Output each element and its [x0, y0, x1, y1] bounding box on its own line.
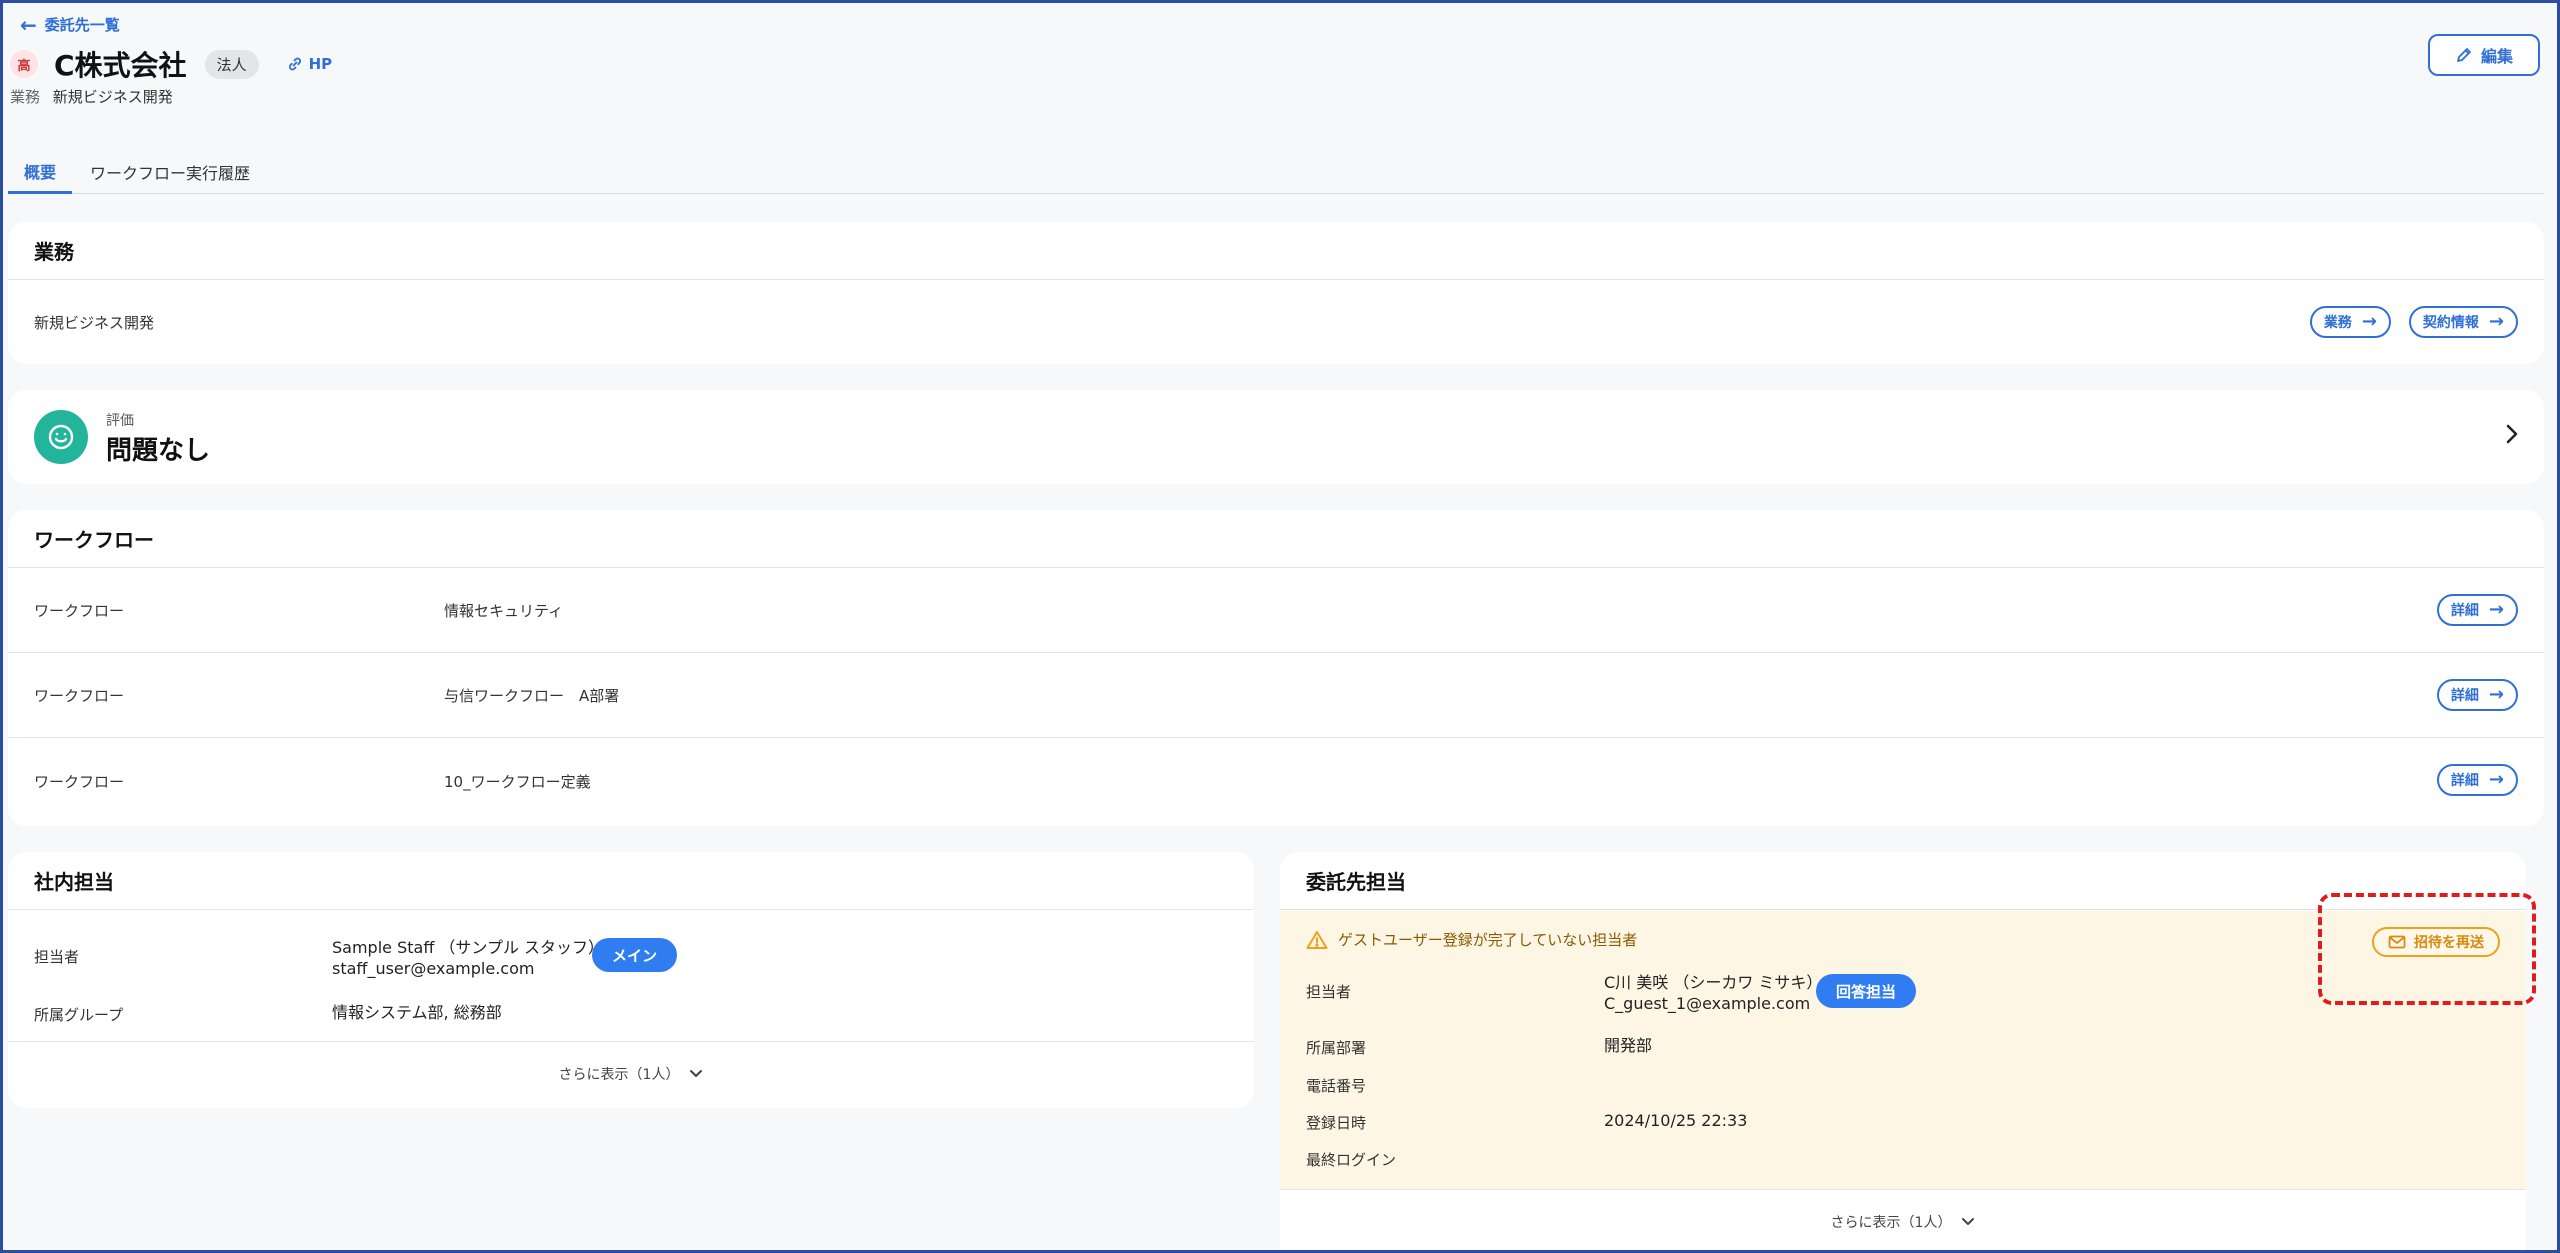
- workflow-row-label: ワークフロー: [34, 601, 125, 620]
- title-row: 高 C株式会社 法人 HP: [10, 44, 332, 84]
- internal-show-more[interactable]: さらに表示（1人）: [8, 1042, 1254, 1106]
- contract-info-label: 契約情報: [2422, 315, 2479, 331]
- warning-icon: [1306, 930, 1328, 949]
- workflow-detail-button[interactable]: 詳細 →: [2436, 679, 2518, 711]
- business-card: 業務 新規ビジネス開発 業務 → 契約情報 →: [8, 222, 2544, 364]
- back-link-label: 委託先一覧: [44, 16, 120, 34]
- answer-owner-badge: 回答担当: [1816, 974, 1917, 1008]
- workflow-detail-button[interactable]: 詳細 →: [2436, 764, 2518, 796]
- pencil-icon: [2457, 48, 2471, 62]
- chevron-down-icon: [690, 1070, 703, 1077]
- evaluation-card[interactable]: 評価 問題なし: [8, 390, 2544, 484]
- vendor-dept-value: 開発部: [1604, 1036, 1653, 1055]
- vendor-registered-label: 登録日時: [1306, 1114, 1367, 1132]
- tab-bar: 概要 ワークフロー実行履歴: [8, 150, 2544, 194]
- page-title: C株式会社: [54, 49, 187, 82]
- chevron-down-icon: [1962, 1217, 1975, 1225]
- internal-group-label: 所属グループ: [34, 1006, 124, 1024]
- business-subtitle: 業務 新規ビジネス開発: [10, 86, 173, 107]
- evaluation-value: 問題なし: [106, 436, 211, 466]
- internal-staff-title: 社内担当: [8, 852, 1254, 910]
- workflow-card: ワークフロー ワークフロー 情報セキュリティ 詳細 → ワークフロー 与信ワーク…: [8, 510, 2544, 826]
- arrow-right-icon: →: [2488, 769, 2504, 790]
- workflow-row-label: ワークフロー: [34, 772, 125, 791]
- arrow-right-icon: →: [2488, 684, 2504, 705]
- workflow-row-name: 与信ワークフロー A部署: [444, 686, 620, 705]
- pending-guest-warning: ゲストユーザー登録が完了していない担当者: [1306, 929, 1637, 950]
- workflow-row-name: 情報セキュリティ: [444, 601, 564, 620]
- evaluation-label: 評価: [106, 413, 134, 429]
- edit-button[interactable]: 編集: [2428, 34, 2540, 76]
- vendor-show-more[interactable]: さらに表示（1人）: [1280, 1189, 2526, 1253]
- back-link[interactable]: ← 委託先一覧: [20, 14, 120, 35]
- business-link-button[interactable]: 業務 →: [2309, 306, 2391, 338]
- internal-show-more-label: さらに表示（1人）: [558, 1067, 680, 1083]
- vendor-phone-label: 電話番号: [1306, 1077, 1367, 1095]
- internal-person-label: 担当者: [34, 948, 80, 966]
- hp-link-label: HP: [308, 55, 333, 73]
- highlight-annotation: [2318, 893, 2536, 1005]
- internal-staff-card: 社内担当 担当者 Sample Staff （サンプル スタッフ） staff_…: [8, 852, 1254, 1108]
- vendor-person-name: C川 美咲 （シーカワ ミサキ）: [1604, 973, 1823, 992]
- smiley-icon: [34, 410, 88, 464]
- vendor-dept-label: 所属部署: [1306, 1039, 1367, 1057]
- tab-workflow-history[interactable]: ワークフロー実行履歴: [72, 150, 268, 194]
- internal-staff-details: 担当者 Sample Staff （サンプル スタッフ） staff_user@…: [8, 910, 1254, 1042]
- internal-group-value: 情報システム部, 総務部: [332, 1003, 502, 1022]
- vendor-person: C川 美咲 （シーカワ ミサキ） C_guest_1@example.com: [1604, 973, 1822, 1015]
- chevron-right-icon[interactable]: [2502, 420, 2522, 448]
- pending-guest-warning-text: ゲストユーザー登録が完了していない担当者: [1338, 931, 1638, 949]
- workflow-row: ワークフロー 10_ワークフロー定義 詳細 →: [8, 738, 2544, 824]
- business-link-label: 業務: [2323, 315, 2352, 331]
- arrow-right-icon: →: [2488, 599, 2504, 620]
- entity-type-badge: 法人: [204, 49, 259, 79]
- internal-person: Sample Staff （サンプル スタッフ） staff_user@exam…: [332, 938, 604, 980]
- workflow-detail-label: 詳細: [2450, 688, 2479, 704]
- internal-person-email: staff_user@example.com: [332, 958, 535, 978]
- business-subtitle-label: 業務: [10, 88, 41, 106]
- vendor-person-email: C_guest_1@example.com: [1604, 993, 1811, 1013]
- business-value: 新規ビジネス開発: [34, 313, 155, 332]
- business-card-title: 業務: [8, 222, 2544, 280]
- business-subtitle-value: 新規ビジネス開発: [52, 88, 173, 106]
- arrow-left-icon: ←: [20, 12, 37, 37]
- workflow-detail-label: 詳細: [2450, 773, 2479, 789]
- vendor-registered-value: 2024/10/25 22:33: [1604, 1111, 1748, 1130]
- workflow-row-label: ワークフロー: [34, 686, 125, 705]
- internal-person-name: Sample Staff （サンプル スタッフ）: [332, 938, 605, 957]
- workflow-row: ワークフロー 与信ワークフロー A部署 詳細 →: [8, 653, 2544, 738]
- vendor-person-label: 担当者: [1306, 983, 1352, 1001]
- workflow-row-name: 10_ワークフロー定義: [444, 772, 591, 791]
- hp-link[interactable]: HP: [287, 55, 333, 73]
- vendor-last-login-label: 最終ログイン: [1306, 1151, 1397, 1169]
- workflow-card-title: ワークフロー: [8, 510, 2544, 568]
- vendor-show-more-label: さらに表示（1人）: [1830, 1214, 1952, 1231]
- workflow-row: ワークフロー 情報セキュリティ 詳細 →: [8, 568, 2544, 653]
- edit-button-label: 編集: [2480, 47, 2513, 66]
- business-row: 新規ビジネス開発 業務 → 契約情報 →: [8, 280, 2544, 364]
- priority-badge: 高: [10, 50, 38, 78]
- workflow-detail-label: 詳細: [2450, 603, 2479, 619]
- arrow-right-icon: →: [2361, 311, 2377, 332]
- contract-info-button[interactable]: 契約情報 →: [2408, 306, 2518, 338]
- workflow-detail-button[interactable]: 詳細 →: [2436, 594, 2518, 626]
- arrow-right-icon: →: [2488, 311, 2504, 332]
- link-icon: [288, 57, 301, 71]
- main-badge: メイン: [592, 938, 678, 972]
- tab-overview[interactable]: 概要: [8, 150, 73, 194]
